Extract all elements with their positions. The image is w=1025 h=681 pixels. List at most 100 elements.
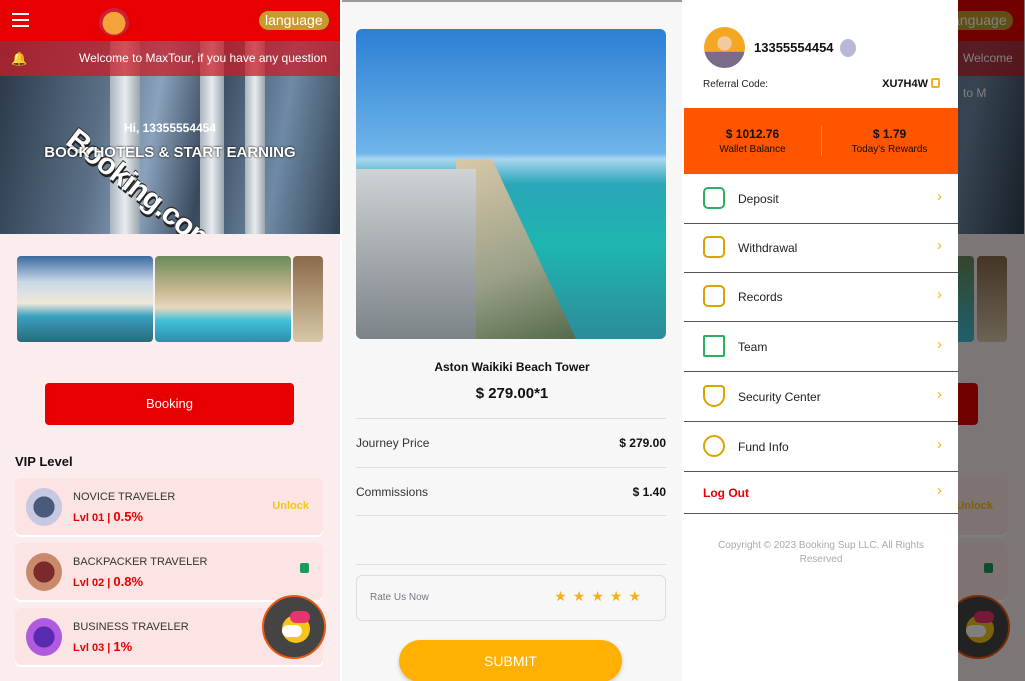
menu-item-team[interactable]: Team › [684, 322, 958, 372]
top-bar: language [0, 0, 340, 41]
vip-level-number: Lvl 01 [73, 512, 105, 524]
building-sign: Booking.com [60, 122, 222, 234]
vip-level-item [958, 543, 1007, 600]
star-rating[interactable]: ★★★★★ [554, 588, 647, 605]
team-icon [703, 335, 725, 357]
referral-code-value: XU7H4W [882, 78, 928, 90]
hero-banner [958, 41, 1024, 234]
chevron-right-icon: › [937, 482, 942, 499]
business-badge-icon [26, 618, 62, 656]
bell-icon: 🔔 [11, 51, 28, 66]
menu-icon[interactable] [12, 13, 29, 27]
hotel-thumbnail [977, 256, 1007, 342]
wallet-balance: $ 1012.76 [725, 127, 780, 141]
wallet-summary: $ 1012.76 Wallet Balance $ 1.79 Today's Re… [684, 108, 958, 174]
chevron-right-icon: › [937, 237, 942, 254]
logout-label: Log Out [703, 486, 749, 500]
vip-title: VIP Level [15, 454, 73, 469]
hotel-thumbnail [958, 256, 974, 342]
chevron-right-icon: › [937, 336, 942, 353]
background-home-screen: language Welcome to M Unlock [958, 0, 1024, 681]
menu-item-records[interactable]: Records › [684, 272, 958, 322]
chat-icon [282, 611, 310, 643]
notice-text-fragment: Welcome to M [963, 51, 1013, 100]
avatar [704, 27, 745, 68]
vip-name: BACKPACKER TRAVELER [73, 556, 208, 568]
menu-label: Withdrawal [738, 241, 798, 255]
vip-level-item[interactable]: BACKPACKER TRAVELER Lvl 02 | 0.8% [15, 543, 323, 600]
journey-price-value: $ 279.00 [619, 436, 666, 450]
wallet-label: Wallet Balance [719, 144, 786, 155]
vip-level-item: Unlock [958, 478, 1007, 535]
notice-text: Welcome to MaxTour, if you have any ques… [79, 51, 327, 65]
slogan: BOOK HOTELS & START EARNING [44, 144, 296, 161]
commissions-label: Commissions [356, 485, 429, 499]
booking-button [958, 383, 978, 425]
chevron-right-icon: › [937, 436, 942, 453]
novice-badge-icon [26, 488, 62, 526]
menu-item-deposit[interactable]: Deposit › [684, 174, 958, 224]
divider [356, 418, 666, 419]
hotel-thumbnail[interactable] [17, 256, 153, 342]
star-icon[interactable]: ★ [610, 588, 629, 604]
logout-button[interactable]: Log Out › [684, 472, 958, 514]
home-screen: Booking.com Hi, 13355554454 BOOK HOTELS … [0, 0, 340, 681]
menu-label: Team [738, 340, 768, 354]
chat-icon [966, 611, 994, 643]
side-drawer: 13355554454 Referral Code: XU7H4W $ 1012… [684, 0, 958, 681]
vip-badge-icon [840, 39, 856, 57]
vip-level-number: Lvl 02 [73, 577, 105, 589]
language-button: language [958, 11, 1013, 30]
star-icon[interactable]: ★ [573, 588, 592, 604]
hotel-photo [356, 29, 666, 339]
menu-label: Security Center [738, 390, 821, 404]
menu-label: Records [738, 290, 783, 304]
language-button[interactable]: language [259, 11, 329, 30]
todays-rewards: $ 1.79 [872, 127, 907, 141]
hotel-thumbnail[interactable] [293, 256, 323, 342]
submit-button[interactable]: SUBMIT [399, 640, 622, 681]
greeting: Hi, 13355554454 [123, 121, 217, 135]
star-icon[interactable]: ★ [591, 588, 610, 604]
drawer-overlay[interactable]: language Welcome to M Unlock [958, 0, 1025, 681]
menu-item-security-center[interactable]: Security Center › [684, 372, 958, 422]
order-screen: Aston Waikiki Beach Tower $ 279.00*1 Jou… [342, 0, 682, 681]
chevron-right-icon: › [937, 188, 942, 205]
maxtour-logo [98, 4, 130, 36]
user-icon [703, 435, 725, 457]
menu-item-withdrawal[interactable]: Withdrawal › [684, 223, 958, 273]
menu-item-fund-info[interactable]: Fund Info › [684, 422, 958, 472]
star-icon[interactable]: ★ [554, 588, 573, 604]
top-bar: language [958, 0, 1024, 41]
star-icon[interactable]: ★ [628, 588, 647, 604]
copy-icon[interactable] [931, 78, 940, 88]
rating-box: Rate Us Now ★★★★★ [356, 575, 666, 621]
vip-level: Lvl 01 | 0.5% [73, 509, 144, 524]
unlock-label: Unlock [272, 500, 309, 512]
vip-level-item[interactable]: NOVICE TRAVELER Lvl 01 | 0.5% Unlock [15, 478, 323, 535]
vip-level: Lvl 03 | 1% [73, 639, 133, 654]
divider [356, 564, 666, 565]
notice-bar: 🔔 Welcome to MaxTour, if you have any qu… [0, 41, 340, 76]
booking-button[interactable]: Booking [45, 383, 294, 425]
referral-label: Referral Code: [703, 79, 769, 90]
divider [356, 467, 666, 468]
menu-label: Fund Info [738, 440, 789, 454]
lock-icon [300, 563, 309, 573]
shield-icon [703, 385, 725, 407]
vip-name: BUSINESS TRAVELER [73, 621, 189, 633]
chevron-right-icon: › [937, 386, 942, 403]
chat-support-button[interactable] [262, 595, 326, 659]
rewards-label: Today's Rewards [851, 144, 928, 155]
vip-level: Lvl 02 | 0.8% [73, 574, 144, 589]
withdrawal-icon [703, 236, 725, 258]
commissions-value: $ 1.40 [632, 485, 666, 499]
referral-code: XU7H4W [882, 78, 940, 90]
rate-label: Rate Us Now [370, 592, 429, 603]
vip-name: NOVICE TRAVELER [73, 491, 176, 503]
menu-label: Deposit [738, 192, 779, 206]
chevron-right-icon: › [937, 286, 942, 303]
deposit-icon [703, 187, 725, 209]
hotel-thumbnail[interactable] [155, 256, 291, 342]
backpacker-badge-icon [26, 553, 62, 591]
